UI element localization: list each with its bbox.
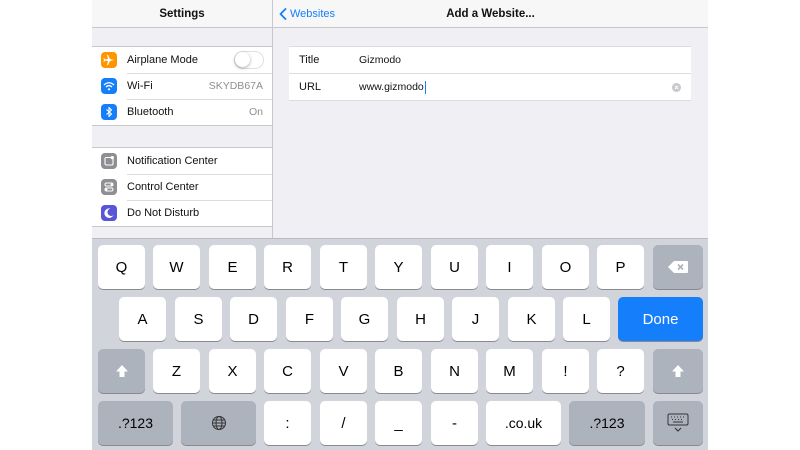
detail-title: Add a Website... xyxy=(446,7,535,20)
key-s[interactable]: S xyxy=(175,297,222,341)
settings-item-label: Notification Center xyxy=(127,155,218,167)
key-n[interactable]: N xyxy=(431,349,478,393)
url-field-input[interactable]: www.gizmodo xyxy=(359,80,672,94)
key-j[interactable]: J xyxy=(452,297,499,341)
shift-icon xyxy=(672,365,684,377)
back-button-label: Websites xyxy=(290,7,336,20)
numbers-key-right[interactable]: .?123 xyxy=(569,401,645,445)
title-field-label: Title xyxy=(299,54,320,66)
dismiss-keyboard-key[interactable] xyxy=(653,401,703,445)
key-p[interactable]: P xyxy=(597,245,644,289)
key-u[interactable]: U xyxy=(431,245,478,289)
shift-icon xyxy=(115,365,128,377)
wifi-icon xyxy=(101,78,117,94)
settings-item-label: Do Not Disturb xyxy=(127,207,200,219)
settings-item-label: Wi-Fi xyxy=(127,80,153,92)
text-cursor xyxy=(424,80,427,94)
wifi-network-value: SKYDB67A xyxy=(208,80,263,92)
detail-nav-bar: Websites Add a Website... xyxy=(273,0,708,28)
key-i[interactable]: I xyxy=(486,245,533,289)
key-g[interactable]: G xyxy=(341,297,388,341)
globe-key[interactable] xyxy=(181,401,256,445)
title-field-value: Gizmodo xyxy=(359,54,402,66)
settings-item-control-center[interactable]: Control Center xyxy=(92,174,272,200)
toggle-knob xyxy=(235,52,250,67)
settings-item-notification-center[interactable]: Notification Center xyxy=(92,148,272,174)
key-f[interactable]: F xyxy=(286,297,333,341)
key-w[interactable]: W xyxy=(153,245,200,289)
key-underscore[interactable]: _ xyxy=(375,401,422,445)
done-key[interactable]: Done xyxy=(618,297,703,341)
key-m[interactable]: M xyxy=(486,349,533,393)
detail-pane: Websites Add a Website... Title Gizmodo … xyxy=(273,0,708,238)
title-field-input[interactable]: Gizmodo xyxy=(359,54,691,66)
shift-key-right[interactable] xyxy=(653,349,703,393)
url-field-value: www.gizmodo xyxy=(359,81,424,93)
url-field-row[interactable]: URL www.gizmodo xyxy=(289,73,691,100)
key-y[interactable]: Y xyxy=(375,245,422,289)
back-button[interactable]: Websites xyxy=(279,0,335,27)
on-screen-keyboard: Q W E R T Y U I O P A S D F G H J K L Do… xyxy=(92,238,708,450)
key-v[interactable]: V xyxy=(320,349,367,393)
shift-key-left[interactable] xyxy=(98,349,145,393)
key-colon[interactable]: : xyxy=(264,401,311,445)
key-slash[interactable]: / xyxy=(320,401,367,445)
key-d[interactable]: D xyxy=(230,297,277,341)
ipad-screen: Settings Airplane Mode Wi-Fi SKYDB67A Bl… xyxy=(92,0,708,450)
settings-item-label: Bluetooth xyxy=(127,106,174,118)
settings-item-airplane-mode[interactable]: Airplane Mode xyxy=(92,47,272,73)
settings-item-label: Control Center xyxy=(127,181,199,193)
notification-center-icon xyxy=(101,153,117,169)
key-r[interactable]: R xyxy=(264,245,311,289)
website-form: Title Gizmodo URL www.gizmodo xyxy=(289,46,691,101)
settings-title: Settings xyxy=(159,7,205,20)
bluetooth-icon xyxy=(101,104,117,120)
airplane-mode-toggle[interactable] xyxy=(234,51,264,69)
key-hyphen[interactable]: - xyxy=(431,401,478,445)
settings-group-connectivity: Airplane Mode Wi-Fi SKYDB67A Bluetooth O… xyxy=(92,46,272,126)
key-domain-co-uk[interactable]: .co.uk xyxy=(486,401,561,445)
settings-sidebar: Settings Airplane Mode Wi-Fi SKYDB67A Bl… xyxy=(92,0,273,238)
key-c[interactable]: C xyxy=(264,349,311,393)
key-l[interactable]: L xyxy=(563,297,610,341)
key-x[interactable]: X xyxy=(209,349,256,393)
airplane-icon xyxy=(101,52,117,68)
title-field-row[interactable]: Title Gizmodo xyxy=(289,47,691,73)
key-exclamation[interactable]: ! xyxy=(542,349,589,393)
chevron-left-icon xyxy=(279,7,287,20)
backspace-key[interactable] xyxy=(653,245,703,289)
backspace-icon xyxy=(668,261,688,273)
key-z[interactable]: Z xyxy=(153,349,200,393)
control-center-icon xyxy=(101,179,117,195)
key-k[interactable]: K xyxy=(508,297,555,341)
key-a[interactable]: A xyxy=(119,297,166,341)
key-q[interactable]: Q xyxy=(98,245,145,289)
settings-item-wifi[interactable]: Wi-Fi SKYDB67A xyxy=(92,73,272,99)
key-e[interactable]: E xyxy=(209,245,256,289)
key-question[interactable]: ? xyxy=(597,349,644,393)
numbers-key-left[interactable]: .?123 xyxy=(98,401,173,445)
globe-icon xyxy=(211,416,226,430)
settings-nav-bar: Settings xyxy=(92,0,272,28)
moon-icon xyxy=(101,205,117,221)
settings-group-system: Notification Center Control Center Do No… xyxy=(92,147,272,227)
clear-icon xyxy=(674,84,679,90)
key-t[interactable]: T xyxy=(320,245,367,289)
key-b[interactable]: B xyxy=(375,349,422,393)
clear-text-button[interactable] xyxy=(672,82,681,92)
key-h[interactable]: H xyxy=(397,297,444,341)
bluetooth-status-value: On xyxy=(248,106,263,118)
settings-item-do-not-disturb[interactable]: Do Not Disturb xyxy=(92,200,272,226)
settings-item-label: Airplane Mode xyxy=(127,54,198,66)
settings-item-bluetooth[interactable]: Bluetooth On xyxy=(92,99,272,125)
keyboard-dismiss-icon xyxy=(667,413,689,432)
key-o[interactable]: O xyxy=(542,245,589,289)
url-field-label: URL xyxy=(299,81,322,93)
